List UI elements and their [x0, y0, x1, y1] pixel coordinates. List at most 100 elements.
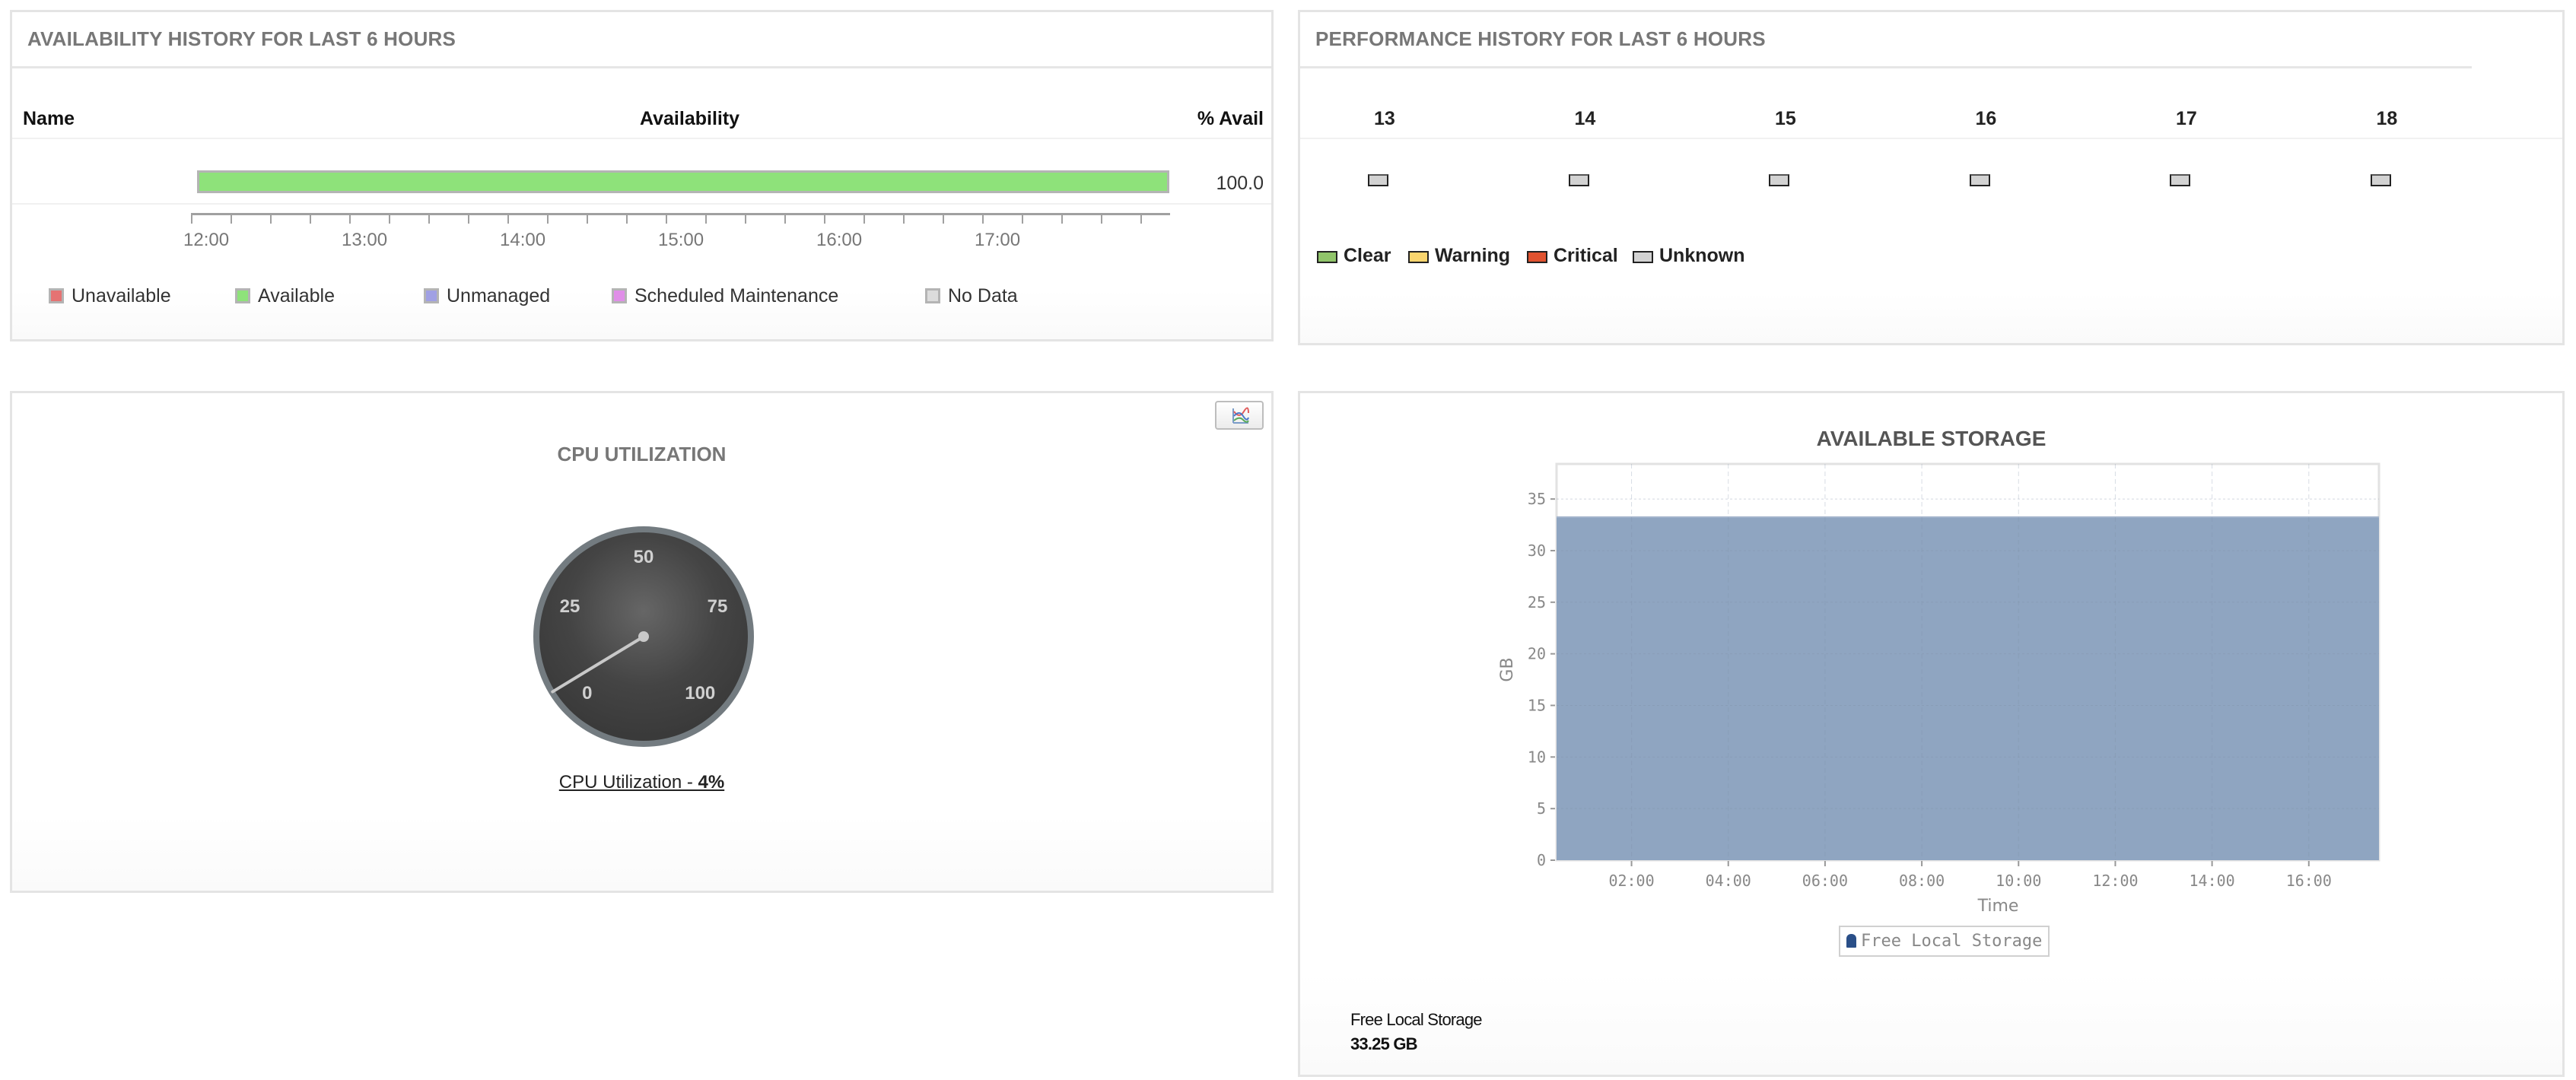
status-indicator[interactable]	[1769, 174, 1789, 186]
status-indicator[interactable]	[1568, 174, 1589, 186]
axis-tick	[1022, 214, 1023, 224]
status-indicator[interactable]	[1368, 174, 1388, 186]
legend-label: Unmanaged	[447, 285, 551, 307]
legend-swatch	[235, 288, 250, 303]
status-indicator[interactable]	[1969, 174, 1990, 186]
legend-label: Clear	[1344, 245, 1391, 266]
availability-bar[interactable]	[197, 170, 1169, 193]
legend-label: Critical	[1554, 245, 1618, 266]
hour-label: 13	[1374, 108, 1395, 129]
row-divider	[12, 138, 1271, 139]
status-indicator[interactable]	[2370, 174, 2391, 186]
performance-panel-title: PERFORMANCE HISTORY FOR LAST 6 HOURS	[1315, 27, 1766, 50]
cpu-link-value: 4%	[698, 772, 725, 793]
row-divider	[12, 203, 1271, 205]
free-local-storage-label: Free Local Storage	[1350, 1010, 1483, 1029]
legend-swatch	[612, 288, 627, 303]
cpu-link-label: CPU Utilization -	[558, 772, 698, 793]
axis-tick	[547, 214, 549, 224]
storage-area-chart: 0 5 10 15 20 25 30 35 02:00 04:00 06:00 08:00 10:00 1…	[1498, 462, 2380, 916]
y-tick-label: 15	[1528, 696, 1546, 714]
axis-tick	[705, 214, 707, 224]
legend-swatch	[1408, 251, 1429, 263]
storage-chart-legend[interactable]: Free Local Storage	[1839, 926, 2050, 957]
axis-tick	[191, 214, 192, 224]
x-tick-label: 12:00	[2092, 872, 2138, 890]
hour-label: 17	[2176, 108, 2197, 129]
status-indicator[interactable]	[2170, 174, 2190, 186]
column-header-availability: Availability	[640, 108, 740, 129]
availability-history-panel: AVAILABILITY HISTORY FOR LAST 6 HOURS Na…	[10, 10, 1274, 341]
axis-tick	[626, 214, 628, 224]
axis-label: 13:00	[342, 230, 388, 250]
legend-label: Unavailable	[72, 285, 171, 307]
axis-tick	[468, 214, 469, 224]
axis-tick	[1061, 214, 1063, 224]
line-chart-icon	[1232, 407, 1249, 424]
cpu-utilization-panel: CPU UTILIZATION 0 25 50 75 100 CPU Utilizati…	[10, 391, 1274, 893]
available-storage-panel: AVAILABLE STORAGE 0 5 10 15 20 25 30 35 02:00 04:…	[1298, 391, 2565, 1077]
y-tick-label: 10	[1528, 748, 1546, 766]
gauge-scale-label: 0	[582, 683, 592, 704]
axis-tick	[824, 214, 825, 224]
gauge-hub	[638, 631, 649, 642]
axis-tick	[903, 214, 905, 224]
axis-tick	[1140, 214, 1142, 224]
y-tick-label: 20	[1528, 645, 1546, 663]
x-tick-label: 14:00	[2190, 872, 2235, 890]
legend-swatch	[49, 288, 64, 303]
legend-label: Warning	[1435, 245, 1511, 266]
y-axis-title: GB	[1498, 657, 1517, 681]
axis-label: 12:00	[183, 230, 230, 250]
axis-tick	[943, 214, 944, 224]
pct-avail-value: 100.0	[1216, 173, 1264, 194]
cpu-gauge: 0 25 50 75 100	[533, 526, 754, 747]
gauge-scale-label: 75	[708, 596, 728, 617]
y-tick-label: 5	[1537, 799, 1546, 818]
legend-label: Free Local Storage	[1861, 932, 2043, 951]
y-tick-label: 30	[1528, 542, 1546, 560]
legend-swatch	[925, 288, 940, 303]
axis-tick	[745, 214, 746, 224]
y-tick-label: 35	[1528, 490, 1546, 508]
row-divider	[1300, 138, 2562, 139]
axis-tick	[587, 214, 588, 224]
x-tick-label: 08:00	[1899, 872, 1945, 890]
axis-tick	[666, 214, 667, 224]
gauge-scale-label: 50	[634, 547, 654, 567]
header-divider	[1300, 66, 2472, 68]
availability-panel-title: AVAILABILITY HISTORY FOR LAST 6 HOURS	[27, 27, 456, 50]
x-tick-label: 16:00	[2286, 872, 2332, 890]
legend-marker-icon	[1846, 934, 1856, 948]
performance-history-panel: PERFORMANCE HISTORY FOR LAST 6 HOURS 13 1…	[1298, 10, 2565, 345]
view-chart-button[interactable]	[1215, 401, 1264, 430]
header-divider	[12, 66, 1271, 68]
axis-tick	[428, 214, 430, 224]
legend-label: Unknown	[1659, 245, 1745, 266]
axis-tick	[982, 214, 984, 224]
x-axis-title: Time	[1977, 897, 2019, 916]
x-tick-label: 10:00	[1996, 872, 2041, 890]
axis-tick	[270, 214, 272, 224]
column-header-name: Name	[23, 108, 75, 129]
hour-label: 15	[1775, 108, 1796, 129]
legend-swatch	[1317, 251, 1337, 263]
hour-label: 16	[1975, 108, 1997, 129]
axis-label: 15:00	[658, 230, 704, 250]
cpu-utilization-link[interactable]: CPU Utilization - 4%	[12, 772, 1271, 793]
legend-label: Scheduled Maintenance	[634, 285, 839, 307]
axis-tick	[231, 214, 232, 224]
axis-tick	[863, 214, 865, 224]
x-tick-label: 06:00	[1802, 872, 1848, 890]
legend-swatch	[1527, 251, 1547, 263]
legend-swatch	[1633, 251, 1653, 263]
legend-swatch	[424, 288, 439, 303]
gauge-scale-label: 100	[685, 683, 715, 704]
legend-label: No Data	[948, 285, 1018, 307]
x-tick-label: 02:00	[1608, 872, 1654, 890]
axis-tick	[389, 214, 390, 224]
axis-tick	[349, 214, 351, 224]
x-tick-label: 04:00	[1706, 872, 1751, 890]
y-tick-label: 0	[1537, 851, 1546, 869]
axis-tick	[507, 214, 509, 224]
